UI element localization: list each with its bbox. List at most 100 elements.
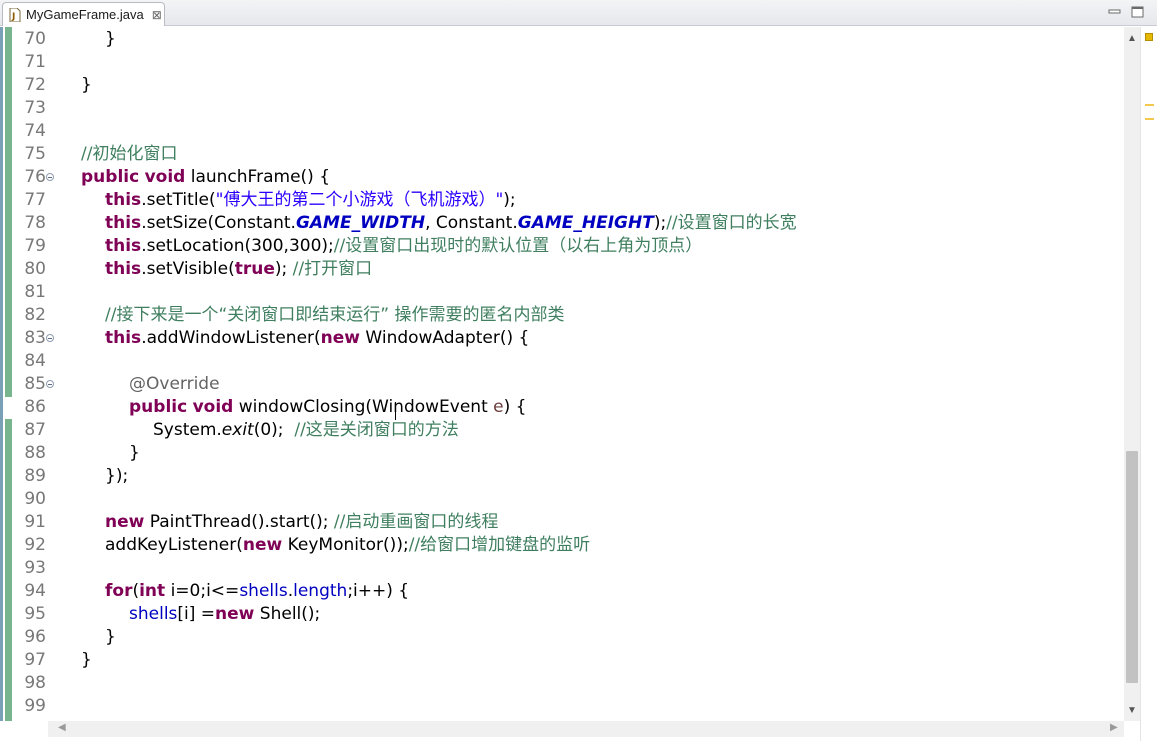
maximize-icon[interactable] [1131,5,1145,18]
code-token: PaintThread().start(); [144,512,334,532]
code-text[interactable]: this.setTitle("傅大王的第二个小游戏（飞机游戏）"); [105,189,516,212]
code-line[interactable]: 88} [0,442,1120,465]
code-token: System. [153,420,222,440]
scroll-up-icon[interactable]: ▲ [1127,33,1137,44]
code-line[interactable]: 84 [0,350,1120,373]
code-text[interactable]: @Override [129,373,220,396]
code-line[interactable]: 87 System.exit(0); //这是关闭窗口的方法 [0,419,1120,442]
scroll-down-icon[interactable]: ▼ [1127,705,1137,716]
code-text[interactable]: //初始化窗口 [81,143,177,166]
code-text[interactable]: shells[i] =new Shell(); [129,603,320,626]
code-token: new [215,604,255,624]
warning-marker[interactable] [1145,104,1154,106]
code-line[interactable]: 72} [0,74,1120,97]
code-line[interactable]: 92 addKeyListener(new KeyMonitor());//给窗口… [0,534,1120,557]
collapse-fold-icon[interactable] [46,380,54,388]
code-line[interactable]: 82 //接下来是一个“关闭窗口即结束运行” 操作需要的匿名内部类 [0,304,1120,327]
code-text[interactable]: } [81,74,92,97]
overview-ruler[interactable] [1140,27,1157,741]
line-number: 82 [24,305,46,325]
code-line[interactable]: 83 this.addWindowListener(new WindowAdapt… [0,327,1120,350]
code-line[interactable]: 76 public void launchFrame() { [0,166,1120,189]
code-line[interactable]: 97} [0,649,1120,672]
code-token: @Override [129,374,220,394]
line-number: 98 [24,673,46,693]
line-number: 90 [24,489,46,509]
code-text[interactable]: this.setVisible(true); //打开窗口 [105,258,372,281]
code-line[interactable]: 80 this.setVisible(true); //打开窗口 [0,258,1120,281]
code-line[interactable]: 75 //初始化窗口 [0,143,1120,166]
code-text[interactable]: public void windowClosing(WindowEvent e)… [129,396,526,419]
code-line[interactable]: 74 [0,120,1120,143]
close-tab-icon[interactable]: ⊠ [152,9,162,21]
code-text[interactable]: this.addWindowListener(new WindowAdapter… [105,327,529,350]
tab-mygameframe[interactable]: J MyGameFrame.java ⊠ [2,2,165,26]
code-text[interactable]: for(int i=0;i<=shells.length;i++) { [105,580,409,603]
code-line[interactable]: 98 [0,672,1120,695]
text-cursor [395,402,396,420]
code-line[interactable]: 71 [0,51,1120,74]
code-token: public [129,397,188,417]
warning-marker[interactable] [1145,118,1154,120]
code-text[interactable]: this.setSize(Constant.GAME_WIDTH, Consta… [105,212,797,235]
code-line[interactable]: 81 [0,281,1120,304]
code-line[interactable]: 86 public void windowClosing(WindowEvent … [0,396,1120,419]
code-token: //启动重画窗口的线程 [333,512,499,532]
code-line[interactable]: 99 [0,695,1120,718]
code-text[interactable]: } [105,626,116,649]
scrollbar-thumb[interactable] [1126,451,1138,683]
code-token: this [105,328,142,348]
code-text[interactable]: } [129,442,140,465]
code-token: //设置窗口出现时的默认位置（以右上角为顶点） [333,236,703,256]
code-text[interactable]: addKeyListener(new KeyMonitor());//给窗口增加… [105,534,590,557]
line-number: 73 [24,98,46,118]
code-line[interactable]: 85 @Override [0,373,1120,396]
code-line[interactable]: 90 [0,488,1120,511]
code-line[interactable]: 70} [0,28,1120,51]
code-token: //打开窗口 [292,259,373,279]
code-text[interactable]: this.setLocation(300,300);//设置窗口出现时的默认位置… [105,235,702,258]
code-token: new [242,535,283,555]
code-text[interactable]: public void launchFrame() { [81,166,330,189]
collapse-fold-icon[interactable] [46,173,54,181]
line-number: 70 [24,29,46,49]
code-token: int [139,581,166,601]
code-token: KeyMonitor()); [282,535,409,555]
line-number: 75 [24,144,46,164]
code-text[interactable]: //接下来是一个“关闭窗口即结束运行” 操作需要的匿名内部类 [105,304,564,327]
vertical-scrollbar[interactable]: ▲ ▼ [1124,27,1140,721]
line-number: 78 [24,213,46,233]
code-line[interactable]: 93 [0,557,1120,580]
code-line[interactable]: 91 new PaintThread().start(); //启动重画窗口的线程 [0,511,1120,534]
line-number: 91 [24,512,46,532]
warning-summary-icon[interactable] [1145,33,1153,41]
code-text[interactable]: } [81,649,92,672]
code-token: }); [105,466,129,486]
scroll-left-icon[interactable]: ◀ [58,722,66,733]
code-text[interactable]: new PaintThread().start(); //启动重画窗口的线程 [105,511,498,534]
minimize-icon[interactable] [1108,5,1122,17]
code-text[interactable]: } [105,28,116,51]
code-line[interactable]: 73 [0,97,1120,120]
code-text[interactable]: System.exit(0); //这是关闭窗口的方法 [153,419,459,442]
code-token: .setSize(Constant. [141,213,296,233]
code-token: } [105,627,116,647]
line-number: 84 [24,351,46,371]
code-token: } [81,75,92,95]
code-token: shells [129,604,178,624]
code-line[interactable]: 96} [0,626,1120,649]
scroll-right-icon[interactable]: ▶ [1110,722,1118,733]
code-line[interactable]: 78 this.setSize(Constant.GAME_WIDTH, Cons… [0,212,1120,235]
collapse-fold-icon[interactable] [46,334,54,342]
code-line[interactable]: 79 this.setLocation(300,300);//设置窗口出现时的默认… [0,235,1120,258]
code-line[interactable]: 77 this.setTitle("傅大王的第二个小游戏（飞机游戏）"); [0,189,1120,212]
code-token: this [105,213,142,233]
code-line[interactable]: 89}); [0,465,1120,488]
code-token: i=0;i<= [165,581,240,601]
code-line[interactable]: 95 shells[i] =new Shell(); [0,603,1120,626]
horizontal-scrollbar[interactable]: ◀ ▶ [48,721,1124,737]
code-token: e [493,397,504,417]
code-token: //给窗口增加键盘的监听 [408,535,591,555]
code-text[interactable]: }); [105,465,128,488]
code-line[interactable]: 94 for(int i=0;i<=shells.length;i++) { [0,580,1120,603]
